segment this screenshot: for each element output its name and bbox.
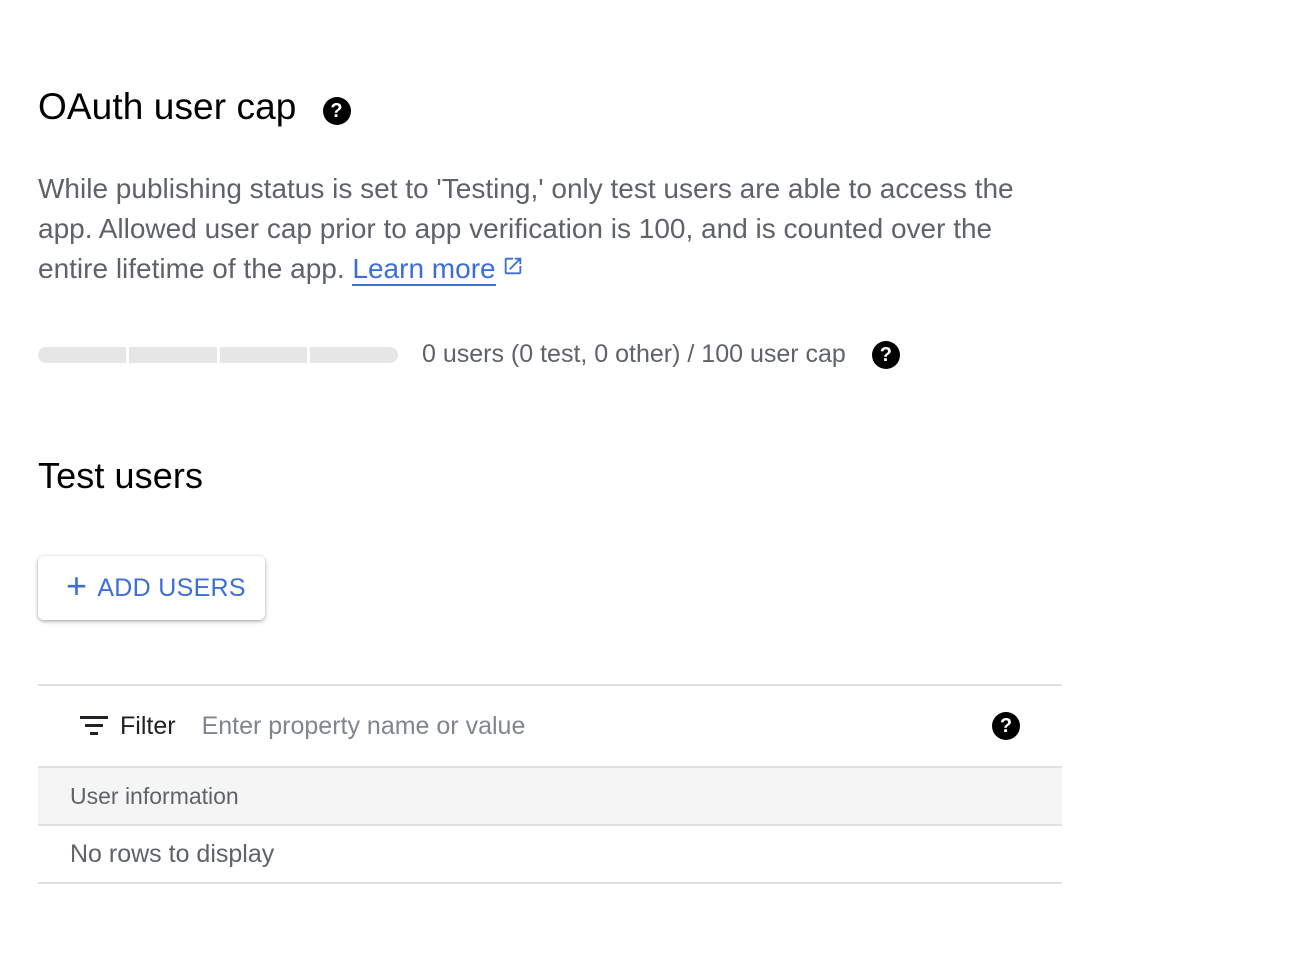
add-users-button[interactable]: + ADD USERS — [38, 556, 265, 620]
oauth-user-cap-description: While publishing status is set to 'Testi… — [38, 169, 1068, 291]
table-empty-row: No rows to display — [38, 826, 1062, 884]
external-link-icon[interactable] — [502, 248, 524, 288]
user-cap-usage-row: 0 users (0 test, 0 other) / 100 user cap… — [38, 340, 900, 369]
progress-segment — [219, 346, 308, 363]
help-circle-icon[interactable]: ? — [992, 712, 1020, 740]
user-cap-summary: 0 users (0 test, 0 other) / 100 user cap — [422, 340, 846, 368]
column-header-user-information[interactable]: User information — [70, 783, 239, 810]
help-circle-icon[interactable]: ? — [322, 97, 351, 125]
oauth-user-cap-section-title: OAuth user cap ? — [38, 86, 351, 128]
user-cap-progress-bar — [38, 346, 398, 363]
oauth-consent-test-users-page: OAuth user cap ? While publishing status… — [0, 0, 1298, 974]
description-text: While publishing status is set to 'Testi… — [38, 173, 1014, 284]
filter-bar: Filter ? — [38, 686, 1062, 768]
progress-segment — [128, 346, 217, 363]
table-header-row: User information — [38, 768, 1062, 826]
oauth-user-cap-title: OAuth user cap — [38, 86, 297, 127]
filter-label: Filter — [120, 711, 176, 740]
test-users-title: Test users — [38, 455, 204, 496]
plus-icon: + — [66, 565, 88, 606]
filter-input[interactable] — [201, 711, 992, 741]
progress-segment — [38, 346, 126, 363]
empty-message: No rows to display — [70, 839, 275, 868]
help-circle-icon[interactable]: ? — [871, 340, 900, 369]
learn-more-link[interactable]: Learn more — [352, 253, 496, 286]
add-users-label: ADD USERS — [97, 573, 246, 602]
filter-icon[interactable] — [80, 715, 108, 737]
test-users-table: Filter ? User information No rows to dis… — [38, 684, 1062, 884]
progress-segment — [310, 346, 398, 363]
